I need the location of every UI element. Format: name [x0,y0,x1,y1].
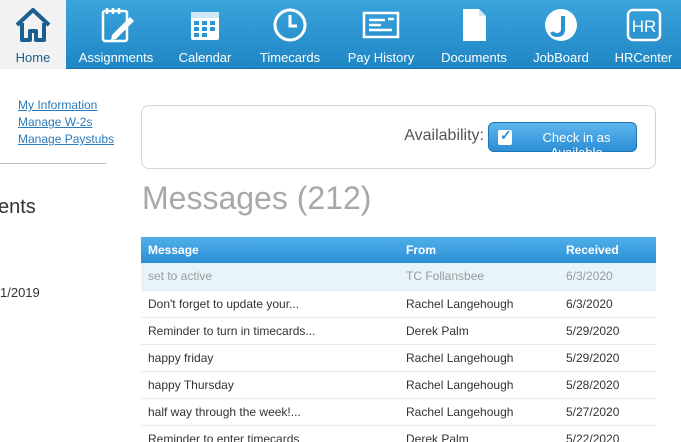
received-cell: 5/29/2020 [559,344,656,372]
top-nav: Home Assignments Calendar Timecards Pay … [0,0,681,69]
from-cell: Rachel Langehough [399,398,559,426]
table-row[interactable]: half way through the week!... Rachel Lan… [141,398,656,426]
nav-home-label: Home [15,50,51,65]
message-cell: Reminder to enter timecards [141,425,399,442]
from-cell: Rachel Langehough [399,290,559,318]
message-cell: half way through the week!... [141,398,399,426]
availability-panel: Availability: ✓ Check in as Available [141,105,656,169]
table-row[interactable]: Reminder to turn in timecards... Derek P… [141,317,656,345]
nav-jobboard[interactable]: JobBoard [524,0,598,69]
document-icon [463,9,486,41]
house-icon [15,8,51,42]
column-header-message[interactable]: Message [141,237,399,263]
sidebar-section-heading: ents [0,196,36,218]
table-row[interactable]: Don't forget to update your... Rachel La… [141,290,656,318]
received-cell: 5/27/2020 [559,398,656,426]
nav-jobboard-label: JobBoard [533,50,589,65]
check-in-available-button[interactable]: ✓ Check in as Available [488,122,637,160]
table-header-row: Message From Received [141,237,656,263]
jobboard-logo-icon [545,9,577,41]
table-row[interactable]: happy Thursday Rachel Langehough 5/28/20… [141,371,656,399]
column-header-received[interactable]: Received [559,237,656,263]
check-stub-icon [362,11,400,39]
received-cell: 5/22/2020 [559,425,656,442]
hr-badge-text: HR [631,17,656,36]
hr-badge-icon: HR [626,8,661,42]
from-cell: Rachel Langehough [399,344,559,372]
from-cell: Derek Palm [399,317,559,345]
nav-calendar-label: Calendar [178,50,232,65]
nav-pay-history-label: Pay History [347,50,415,65]
table-row[interactable]: happy friday Rachel Langehough 5/29/2020 [141,344,656,372]
checkmark-icon: ✓ [500,127,512,143]
manage-paystubs-link[interactable]: Manage Paystubs [18,131,114,148]
table-row[interactable]: set to active TC Follansbee 6/3/2020 [141,263,656,291]
sidebar-divider [0,163,106,164]
nav-hrcenter[interactable]: HR HRCenter [606,0,681,69]
received-cell: 5/29/2020 [559,317,656,345]
from-cell: TC Follansbee [399,263,559,291]
nav-assignments-label: Assignments [78,50,154,65]
my-information-link[interactable]: My Information [18,97,114,114]
message-cell: Don't forget to update your... [141,290,399,318]
nav-hrcenter-label: HRCenter [614,50,673,65]
message-cell: happy friday [141,344,399,372]
received-cell: 6/3/2020 [559,263,656,291]
nav-documents[interactable]: Documents [432,0,516,69]
calendar-icon [191,12,219,40]
table-row[interactable]: Reminder to enter timecards Derek Palm 5… [141,425,656,442]
nav-home[interactable]: Home [0,0,66,69]
from-cell: Rachel Langehough [399,371,559,399]
manage-w2s-link[interactable]: Manage W-2s [18,114,114,131]
from-cell: Derek Palm [399,425,559,442]
nav-timecards[interactable]: Timecards [248,0,332,69]
clock-icon [273,8,307,42]
nav-documents-label: Documents [441,50,507,65]
messages-table: Message From Received set to active TC F… [141,237,656,442]
nav-timecards-label: Timecards [259,50,321,65]
nav-calendar[interactable]: Calendar [168,0,242,69]
column-header-from[interactable]: From [399,237,559,263]
received-cell: 5/28/2020 [559,371,656,399]
sidebar-date: 1/2019 [0,285,40,300]
nav-pay-history[interactable]: Pay History [338,0,424,69]
message-cell: Reminder to turn in timecards... [141,317,399,345]
check-in-button-label: Check in as Available [542,130,611,160]
message-cell: set to active [141,263,399,291]
messages-title: Messages (212) [142,180,372,216]
received-cell: 6/3/2020 [559,290,656,318]
sidebar-links: My Information Manage W-2s Manage Paystu… [18,97,114,148]
notepad-pencil-icon [101,8,134,43]
availability-label: Availability: [404,127,484,144]
nav-assignments[interactable]: Assignments [70,0,162,69]
message-cell: happy Thursday [141,371,399,399]
